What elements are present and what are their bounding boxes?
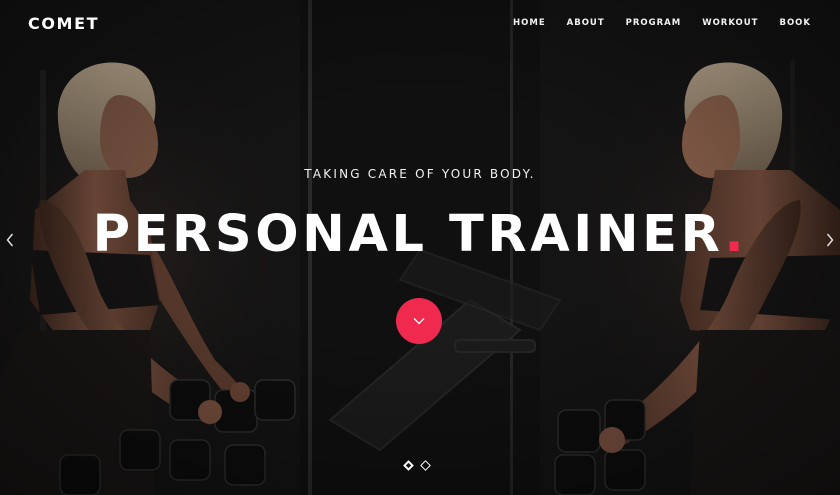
slider-next-button[interactable] xyxy=(822,230,838,250)
scroll-down-button[interactable] xyxy=(396,298,442,344)
slide-indicator-1[interactable] xyxy=(403,460,414,471)
logo[interactable]: COMET xyxy=(28,14,99,33)
hero-headline-text: PERSONAL TRAINER xyxy=(92,205,725,264)
hero-headline: PERSONAL TRAINER. xyxy=(0,205,840,264)
chevron-left-icon xyxy=(6,233,14,247)
hero-headline-dot: . xyxy=(724,205,748,264)
nav-item-workout[interactable]: WORKOUT xyxy=(702,18,758,28)
nav-item-home[interactable]: HOME xyxy=(513,18,546,28)
diamond-filled-icon xyxy=(403,460,414,471)
chevron-right-icon xyxy=(826,233,834,247)
nav-item-about[interactable]: ABOUT xyxy=(567,18,605,28)
slide-indicator-2[interactable] xyxy=(420,460,431,471)
navbar: COMET HOME ABOUT PROGRAM WORKOUT BOOK xyxy=(0,0,840,50)
hero-tagline: TAKING CARE OF YOUR BODY. xyxy=(304,167,536,181)
nav-item-book[interactable]: BOOK xyxy=(779,18,811,28)
hero-slider: COMET HOME ABOUT PROGRAM WORKOUT BOOK TA… xyxy=(0,0,840,495)
slider-prev-button[interactable] xyxy=(2,230,18,250)
nav-item-program[interactable]: PROGRAM xyxy=(626,18,682,28)
slider-pagination xyxy=(403,460,431,471)
diamond-outline-icon xyxy=(420,460,431,471)
chevron-down-icon xyxy=(413,318,425,325)
nav-menu: HOME ABOUT PROGRAM WORKOUT BOOK xyxy=(492,18,811,28)
